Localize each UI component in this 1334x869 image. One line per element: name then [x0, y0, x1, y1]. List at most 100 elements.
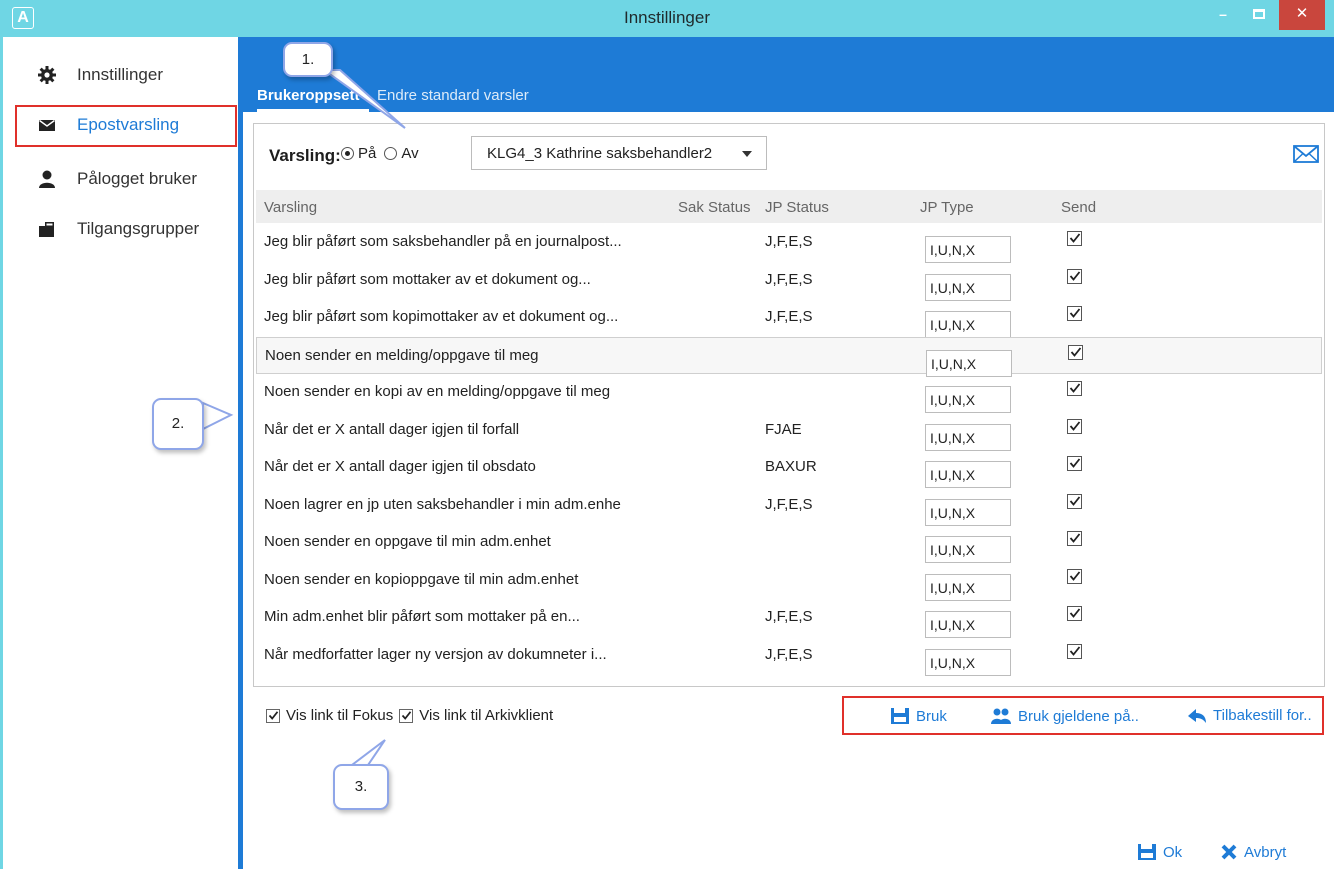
row-jp-status: J,F,E,S — [765, 308, 813, 325]
bruk-label: Bruk — [916, 707, 947, 725]
row-jp-type-input[interactable]: I,U,N,X — [925, 611, 1011, 638]
callout-3: 3. — [333, 764, 389, 810]
sidebar-item-palogget-bruker[interactable]: Pålogget bruker — [15, 159, 237, 199]
row-send-checkbox[interactable] — [1067, 568, 1082, 584]
table-row[interactable]: Når medforfatter lager ny versjon av dok… — [256, 637, 1322, 676]
row-jp-status: FJAE — [765, 420, 802, 438]
row-jp-status: J,F,E,S — [765, 233, 813, 250]
row-jp-type-input[interactable]: I,U,N,X — [925, 236, 1011, 263]
table-row[interactable]: Noen sender en kopioppgave til min adm.e… — [256, 562, 1322, 601]
envelope-icon[interactable] — [1293, 145, 1319, 163]
row-jp-type-input[interactable]: I,U,N,X — [925, 423, 1011, 451]
footer-link-options: Vis link til Fokus Vis link til Arkivkli… — [266, 707, 559, 724]
maximize-icon — [1253, 9, 1265, 19]
bruk-gjeldene-button[interactable]: Bruk gjeldene på.. — [990, 707, 1139, 725]
row-jp-type-input[interactable]: I,U,N,X — [925, 273, 1011, 301]
ok-button[interactable]: Ok — [1137, 843, 1182, 861]
table-row[interactable]: Jeg blir påført som kopimottaker av et d… — [256, 299, 1322, 338]
row-varsling-text: Noen sender en melding/oppgave til meg — [265, 346, 539, 364]
row-jp-status: J,F,E,S — [765, 270, 813, 288]
row-varsling-text: Jeg blir påført som saksbehandler på en … — [264, 233, 622, 250]
checkmark-icon — [1069, 383, 1081, 393]
checkmark-icon — [1069, 645, 1081, 656]
users-icon — [991, 708, 1011, 724]
table-row[interactable]: Jeg blir påført som mottaker av et dokum… — [256, 262, 1322, 301]
row-jp-type-input[interactable]: I,U,N,X — [925, 386, 1011, 413]
sidebar-item-innstillinger[interactable]: Innstillinger — [15, 55, 237, 95]
row-send-checkbox[interactable] — [1067, 531, 1082, 546]
sidebar-item-label: Pålogget bruker — [77, 169, 198, 188]
vis-link-arkiv-label: Vis link til Arkivklient — [419, 707, 554, 724]
sidebar-item-tilgangsgrupper[interactable]: Tilgangsgrupper — [15, 209, 237, 249]
avbryt-label: Avbryt — [1244, 843, 1287, 861]
column-header-sak-status: Sak Status — [678, 199, 751, 216]
checkmark-icon — [1070, 346, 1082, 357]
ok-label: Ok — [1163, 843, 1183, 861]
row-jp-type-input[interactable]: I,U,N,X — [925, 498, 1011, 526]
close-button[interactable]: ✕ — [1279, 0, 1325, 30]
tilbakestill-button[interactable]: Tilbakestill for.. — [1187, 707, 1312, 724]
user-dropdown[interactable]: KLG4_3 Kathrine saksbehandler2 — [471, 136, 767, 170]
title-bar[interactable]: A Innstillinger – ✕ — [0, 0, 1334, 37]
row-jp-type-input[interactable]: I,U,N,X — [925, 648, 1011, 676]
save-icon — [1138, 844, 1156, 860]
bruk-gjeldene-label: Bruk gjeldene på.. — [1018, 707, 1139, 725]
sidebar-item-label: Epostvarsling — [77, 115, 180, 134]
table-row[interactable]: Noen lagrer en jp uten saksbehandler i m… — [256, 487, 1322, 526]
table-row[interactable]: Noen sender en melding/oppgave til meg I,… — [256, 336, 1322, 377]
bruk-button[interactable]: Bruk — [890, 707, 947, 725]
sidebar-item-epostvarsling[interactable]: Epostvarsling — [15, 105, 237, 147]
user-dropdown-value: KLG4_3 Kathrine saksbehandler2 — [487, 145, 713, 162]
column-header-varsling: Varsling — [264, 199, 318, 216]
row-send-checkbox[interactable] — [1067, 306, 1082, 321]
row-jp-type-input[interactable]: I,U,N,X — [925, 536, 1011, 563]
envelope-icon — [39, 119, 55, 131]
table-row[interactable]: Når det er X antall dager igjen til obsd… — [256, 449, 1322, 488]
chevron-down-icon — [742, 151, 752, 157]
avbryt-button[interactable]: Avbryt — [1220, 843, 1286, 861]
row-send-checkbox[interactable] — [1067, 418, 1082, 434]
row-send-checkbox[interactable] — [1067, 456, 1082, 471]
table-row[interactable]: Når det er X antall dager igjen til forf… — [256, 412, 1322, 451]
minimize-button[interactable]: – — [1205, 0, 1241, 30]
radio-pa-label: På — [358, 145, 377, 162]
window-title: Innstillinger — [624, 8, 710, 27]
row-send-checkbox[interactable] — [1067, 643, 1082, 659]
checkmark-icon — [1069, 608, 1081, 618]
row-send-checkbox[interactable] — [1067, 606, 1082, 621]
table-row[interactable]: Jeg blir påført som saksbehandler på en … — [256, 224, 1322, 263]
radio-av[interactable] — [384, 147, 398, 160]
sidebar-item-label: Innstillinger — [77, 65, 163, 84]
checkmark-icon — [1069, 308, 1081, 318]
table-row[interactable]: Noen sender en kopi av en melding/oppgav… — [256, 374, 1322, 413]
row-send-checkbox[interactable] — [1068, 344, 1083, 360]
column-header-send: Send — [1061, 199, 1097, 216]
maximize-button[interactable] — [1244, 0, 1274, 30]
row-jp-status: J,F,E,S — [765, 608, 813, 625]
sidebar-divider — [238, 37, 243, 869]
checkmark-icon — [1069, 570, 1081, 581]
column-header-jp-type: JP Type — [920, 199, 974, 216]
row-jp-type-input[interactable]: I,U,N,X — [925, 573, 1011, 601]
row-jp-type-input[interactable]: I,U,N,X — [925, 461, 1011, 488]
row-send-checkbox[interactable] — [1067, 231, 1082, 246]
radio-pa[interactable] — [341, 147, 354, 160]
checkbox-vis-link-arkiv[interactable] — [399, 708, 414, 723]
checkmark-icon — [1069, 495, 1081, 506]
vis-link-fokus-label: Vis link til Fokus — [286, 707, 394, 724]
row-varsling-text: Når det er X antall dager igjen til obsd… — [264, 458, 536, 475]
row-send-checkbox[interactable] — [1067, 268, 1082, 284]
row-varsling-text: Noen sender en kopioppgave til min adm.e… — [264, 570, 579, 588]
row-send-checkbox[interactable] — [1067, 381, 1082, 396]
checkbox-vis-link-fokus[interactable] — [266, 708, 280, 723]
checkmark-icon — [402, 710, 412, 720]
table-row[interactable]: Min adm.enhet blir påført som mottaker p… — [256, 599, 1322, 638]
row-jp-type-input[interactable]: I,U,N,X — [925, 311, 1011, 338]
undo-icon — [1188, 708, 1206, 723]
sidebar-item-label: Tilgangsgrupper — [77, 219, 200, 238]
callout-1: 1. — [283, 42, 333, 77]
table-header: Varsling Sak Status JP Status JP Type Se… — [256, 190, 1322, 223]
row-jp-type-input[interactable]: I,U,N,X — [926, 349, 1012, 377]
row-send-checkbox[interactable] — [1067, 493, 1082, 509]
table-row[interactable]: Noen sender en oppgave til min adm.enhet… — [256, 524, 1322, 563]
